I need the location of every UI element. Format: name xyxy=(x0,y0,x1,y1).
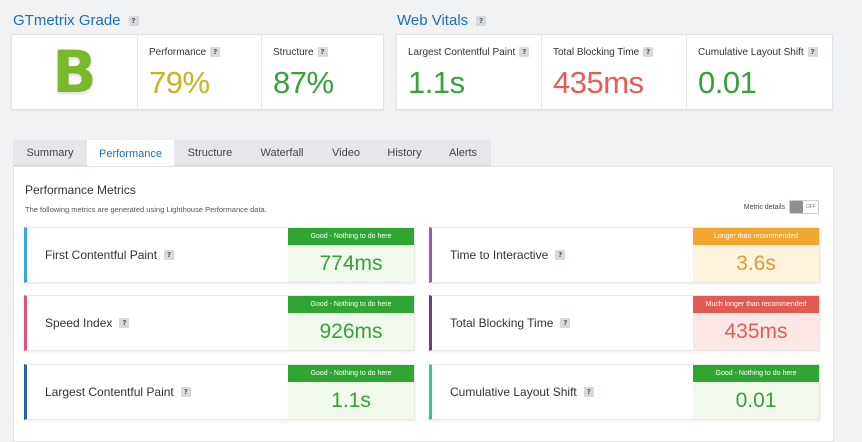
structure-value: 87% xyxy=(273,65,334,100)
gtmetrix-grade-title: GTmetrix Grade? xyxy=(13,12,139,29)
cls-value: 0.01 xyxy=(698,65,757,100)
metric-badge: Good - Nothing to do here 926ms xyxy=(288,296,414,350)
metric-cumulative-layout-shift[interactable]: Cumulative Layout Shift? Good - Nothing … xyxy=(429,364,820,420)
grade-card: B Performance? 79% Structure? 87% xyxy=(11,34,384,110)
help-icon[interactable]: ? xyxy=(519,47,530,58)
lcp-stat: Largest Contentful Paint? 1.1s xyxy=(397,35,542,109)
metric-status: Good - Nothing to do here xyxy=(288,365,414,382)
tbt-value: 435ms xyxy=(553,65,644,100)
metric-details-label: Metric details xyxy=(743,203,785,211)
grade-letter: B xyxy=(52,38,97,106)
tab-structure[interactable]: Structure xyxy=(174,140,246,166)
help-icon[interactable]: ? xyxy=(643,47,654,58)
tab-performance[interactable]: Performance xyxy=(87,140,174,167)
performance-panel: Performance Metrics The following metric… xyxy=(13,166,834,442)
tab-history[interactable]: History xyxy=(374,140,435,166)
web-vitals-card: Largest Contentful Paint? 1.1s Total Blo… xyxy=(396,34,833,110)
tab-video[interactable]: Video xyxy=(318,140,374,166)
grade-cell: B xyxy=(12,35,138,109)
metric-largest-contentful-paint[interactable]: Largest Contentful Paint? Good - Nothing… xyxy=(24,364,415,420)
panel-title: Performance Metrics xyxy=(25,183,136,197)
tbt-stat: Total Blocking Time? 435ms xyxy=(542,35,687,109)
metric-value: 3.6s xyxy=(693,245,819,282)
help-icon[interactable]: ? xyxy=(164,250,175,260)
help-icon[interactable]: ? xyxy=(560,318,571,328)
metric-badge: Good - Nothing to do here 0.01 xyxy=(693,365,819,419)
metric-total-blocking-time[interactable]: Total Blocking Time? Much longer than re… xyxy=(429,295,820,351)
cls-stat: Cumulative Layout Shift? 0.01 xyxy=(687,35,832,109)
metric-value: 0.01 xyxy=(693,382,819,419)
help-icon[interactable]: ? xyxy=(210,47,221,58)
toggle-state: OFF xyxy=(806,204,816,210)
help-icon[interactable]: ? xyxy=(807,47,818,58)
help-icon[interactable]: ? xyxy=(555,250,566,260)
lcp-value: 1.1s xyxy=(408,65,465,100)
structure-stat: Structure? 87% xyxy=(262,35,383,109)
metric-speed-index[interactable]: Speed Index? Good - Nothing to do here 9… xyxy=(24,295,415,351)
metric-value: 435ms xyxy=(693,313,819,350)
performance-stat: Performance? 79% xyxy=(138,35,262,109)
help-icon[interactable]: ? xyxy=(476,16,487,27)
metric-value: 926ms xyxy=(288,313,414,350)
metric-status: Much longer than recommended xyxy=(693,296,819,313)
metric-details: Metric details OFF xyxy=(744,200,819,214)
metric-value: 1.1s xyxy=(288,382,414,419)
tab-waterfall[interactable]: Waterfall xyxy=(246,140,318,166)
help-icon[interactable]: ? xyxy=(119,318,130,328)
web-vitals-title: Web Vitals? xyxy=(397,12,487,29)
tab-summary[interactable]: Summary xyxy=(13,140,87,166)
metric-status: Longer than recommended xyxy=(693,228,819,245)
metric-first-contentful-paint[interactable]: First Contentful Paint? Good - Nothing t… xyxy=(24,227,415,283)
toggle-knob xyxy=(790,201,803,213)
help-icon[interactable]: ? xyxy=(180,387,191,397)
metric-badge: Longer than recommended 3.6s xyxy=(693,228,819,282)
help-icon[interactable]: ? xyxy=(317,47,328,58)
report-tabs: Summary Performance Structure Waterfall … xyxy=(13,140,491,167)
help-icon[interactable]: ? xyxy=(583,387,594,397)
help-icon[interactable]: ? xyxy=(128,16,139,27)
metric-details-toggle[interactable]: OFF xyxy=(789,200,819,214)
metric-status: Good - Nothing to do here xyxy=(693,365,819,382)
metric-value: 774ms xyxy=(288,245,414,282)
metric-time-to-interactive[interactable]: Time to Interactive? Longer than recomme… xyxy=(429,227,820,283)
performance-value: 79% xyxy=(149,65,210,100)
metric-badge: Much longer than recommended 435ms xyxy=(693,296,819,350)
metric-status: Good - Nothing to do here xyxy=(288,296,414,313)
tab-alerts[interactable]: Alerts xyxy=(435,140,491,166)
metric-badge: Good - Nothing to do here 1.1s xyxy=(288,365,414,419)
panel-description: The following metrics are generated usin… xyxy=(25,205,267,214)
metric-badge: Good - Nothing to do here 774ms xyxy=(288,228,414,282)
metric-status: Good - Nothing to do here xyxy=(288,228,414,245)
